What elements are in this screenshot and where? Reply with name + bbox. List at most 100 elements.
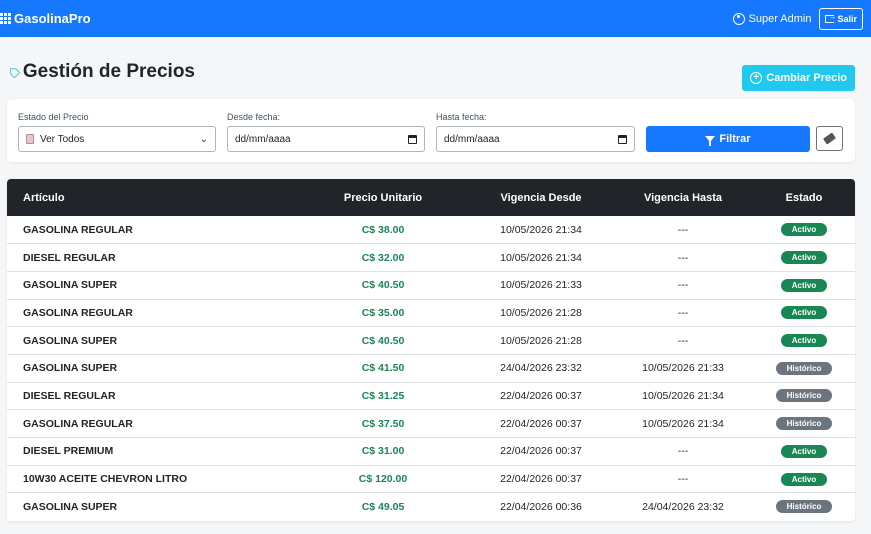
filter-panel: Estado del Precio Ver Todos ⌄ Desde fech… <box>7 99 855 162</box>
from-date-input[interactable]: dd/mm/aaaa <box>227 126 425 152</box>
cell-articulo: GASOLINA SUPER <box>23 362 118 375</box>
clipboard-icon <box>26 134 34 144</box>
status-badge: Activo <box>781 472 827 486</box>
cell-estado: Histórico <box>753 493 855 521</box>
prices-table-card: Artículo Precio Unitario Vigencia Desde … <box>7 179 855 521</box>
cell-articulo: GASOLINA SUPER <box>23 279 118 292</box>
calendar-icon[interactable] <box>408 134 417 144</box>
cell-estado: Activo <box>753 465 855 493</box>
change-price-label: Cambiar Precio <box>766 72 847 84</box>
cell-articulo: DIESEL REGULAR <box>23 389 116 402</box>
table-row: GASOLINA SUPER C$ 41.50 24/04/2026 23:32 10… <box>7 354 855 383</box>
user-icon <box>732 12 745 25</box>
filter-button[interactable]: Filtrar <box>646 126 810 152</box>
cell-desde: 22/04/2026 00:37 <box>500 445 582 458</box>
cell-hasta: --- <box>677 306 689 319</box>
cell-precio: C$ 120.00 <box>358 473 408 486</box>
to-date-input[interactable]: dd/mm/aaaa <box>436 126 635 152</box>
cell-estado: Activo <box>753 327 855 355</box>
change-price-button[interactable]: + Cambiar Precio <box>742 65 855 91</box>
table-row: GASOLINA REGULAR C$ 37.50 22/04/2026 00:37… <box>7 410 855 438</box>
cell-hasta: 10/05/2026 21:34 <box>642 417 724 430</box>
cell-desde: 10/05/2026 21:28 <box>500 334 582 347</box>
user-menu[interactable]: Super Admin <box>732 12 812 25</box>
status-select-value: Ver Todos <box>40 133 85 145</box>
cell-hasta: 10/05/2026 21:34 <box>642 389 724 402</box>
table-row: GASOLINA SUPER C$ 40.50 10/05/2026 21:33 --… <box>7 271 855 300</box>
cell-hasta: --- <box>677 445 689 458</box>
cell-precio: C$ 40.50 <box>361 334 405 347</box>
logout-button[interactable]: Salir <box>819 7 863 30</box>
column-header-articulo: Artículo <box>23 191 65 204</box>
status-badge: Activo <box>781 251 827 265</box>
status-badge: Histórico <box>776 417 832 431</box>
cell-desde: 24/04/2026 23:32 <box>500 362 582 375</box>
filter-button-label: Filtrar <box>719 133 751 145</box>
cell-precio: C$ 32.00 <box>361 251 405 264</box>
cell-articulo: GASOLINA SUPER <box>23 500 118 513</box>
column-header-hasta: Vigencia Hasta <box>643 191 723 204</box>
table-row: GASOLINA REGULAR C$ 35.00 10/05/2026 21:28… <box>7 299 855 327</box>
table-row: GASOLINA SUPER C$ 49.05 22/04/2026 00:36 24… <box>7 493 855 521</box>
cell-precio: C$ 49.05 <box>361 500 405 513</box>
cell-estado: Activo <box>753 438 855 466</box>
page-title: ⌂ Gestión de Precios <box>2 60 195 83</box>
cell-estado: Activo <box>753 216 855 244</box>
cell-estado: Histórico <box>753 354 855 382</box>
plus-circle-icon: + <box>750 72 763 84</box>
cell-precio: C$ 35.00 <box>361 306 405 319</box>
cell-precio: C$ 31.25 <box>361 389 405 402</box>
cell-hasta: --- <box>677 251 689 264</box>
cell-desde: 22/04/2026 00:37 <box>500 417 582 430</box>
calendar-icon[interactable] <box>618 134 627 144</box>
table-row: 10W30 ACEITE CHEVRON LITRO C$ 120.00 22/04… <box>7 465 855 493</box>
brand[interactable]: GasolinaPro <box>0 11 91 26</box>
to-date-value: dd/mm/aaaa <box>444 133 500 145</box>
cell-hasta: 24/04/2026 23:32 <box>642 500 724 513</box>
cell-articulo: GASOLINA SUPER <box>23 334 118 347</box>
cell-precio: C$ 40.50 <box>361 279 405 292</box>
cell-precio: C$ 41.50 <box>361 362 405 375</box>
cell-desde: 10/05/2026 21:34 <box>500 251 582 264</box>
cell-estado: Activo <box>753 244 855 272</box>
cell-desde: 22/04/2026 00:37 <box>500 473 582 486</box>
cell-desde: 22/04/2026 00:36 <box>500 500 582 513</box>
logout-label: Salir <box>837 13 857 24</box>
table-row: GASOLINA REGULAR C$ 38.00 10/05/2026 21:34… <box>7 216 855 244</box>
cell-desde: 10/05/2026 21:33 <box>500 279 582 292</box>
status-badge: Histórico <box>776 361 832 375</box>
status-badge: Activo <box>781 306 827 320</box>
from-date-label: Desde fecha: <box>227 112 281 122</box>
cell-articulo: DIESEL PREMIUM <box>23 445 114 458</box>
page-header: ⌂ Gestión de Precios + Cambiar Precio <box>0 37 871 92</box>
cell-articulo: GASOLINA REGULAR <box>23 306 133 319</box>
cell-desde: 10/05/2026 21:28 <box>500 306 582 319</box>
user-name: Super Admin <box>748 12 812 25</box>
cell-hasta: --- <box>677 473 689 486</box>
eraser-icon <box>822 132 837 145</box>
status-badge: Histórico <box>776 500 832 514</box>
funnel-icon <box>705 136 716 146</box>
page-title-text: Gestión de Precios <box>22 60 195 82</box>
tags-icon: ⌂ <box>2 60 24 83</box>
from-date-value: dd/mm/aaaa <box>235 133 291 145</box>
status-badge: Activo <box>781 334 827 348</box>
status-select[interactable]: Ver Todos ⌄ <box>18 126 216 152</box>
table-row: DIESEL REGULAR C$ 31.25 22/04/2026 00:37 10… <box>7 382 855 410</box>
clear-filters-button[interactable] <box>816 126 843 151</box>
cell-precio: C$ 31.00 <box>361 445 405 458</box>
status-filter-label: Estado del Precio <box>18 112 89 122</box>
logout-icon <box>825 12 836 23</box>
cell-hasta: 10/05/2026 21:33 <box>642 362 724 375</box>
cell-desde: 22/04/2026 00:37 <box>500 389 582 402</box>
cell-estado: Histórico <box>753 410 855 438</box>
grid-icon <box>0 13 11 24</box>
column-header-desde: Vigencia Desde <box>500 191 582 204</box>
cell-articulo: GASOLINA REGULAR <box>23 223 133 236</box>
status-badge: Activo <box>781 444 827 458</box>
cell-precio: C$ 37.50 <box>361 417 405 430</box>
cell-hasta: --- <box>677 279 689 292</box>
status-badge: Histórico <box>776 389 832 403</box>
status-badge: Activo <box>781 223 827 237</box>
cell-estado: Activo <box>753 271 855 299</box>
